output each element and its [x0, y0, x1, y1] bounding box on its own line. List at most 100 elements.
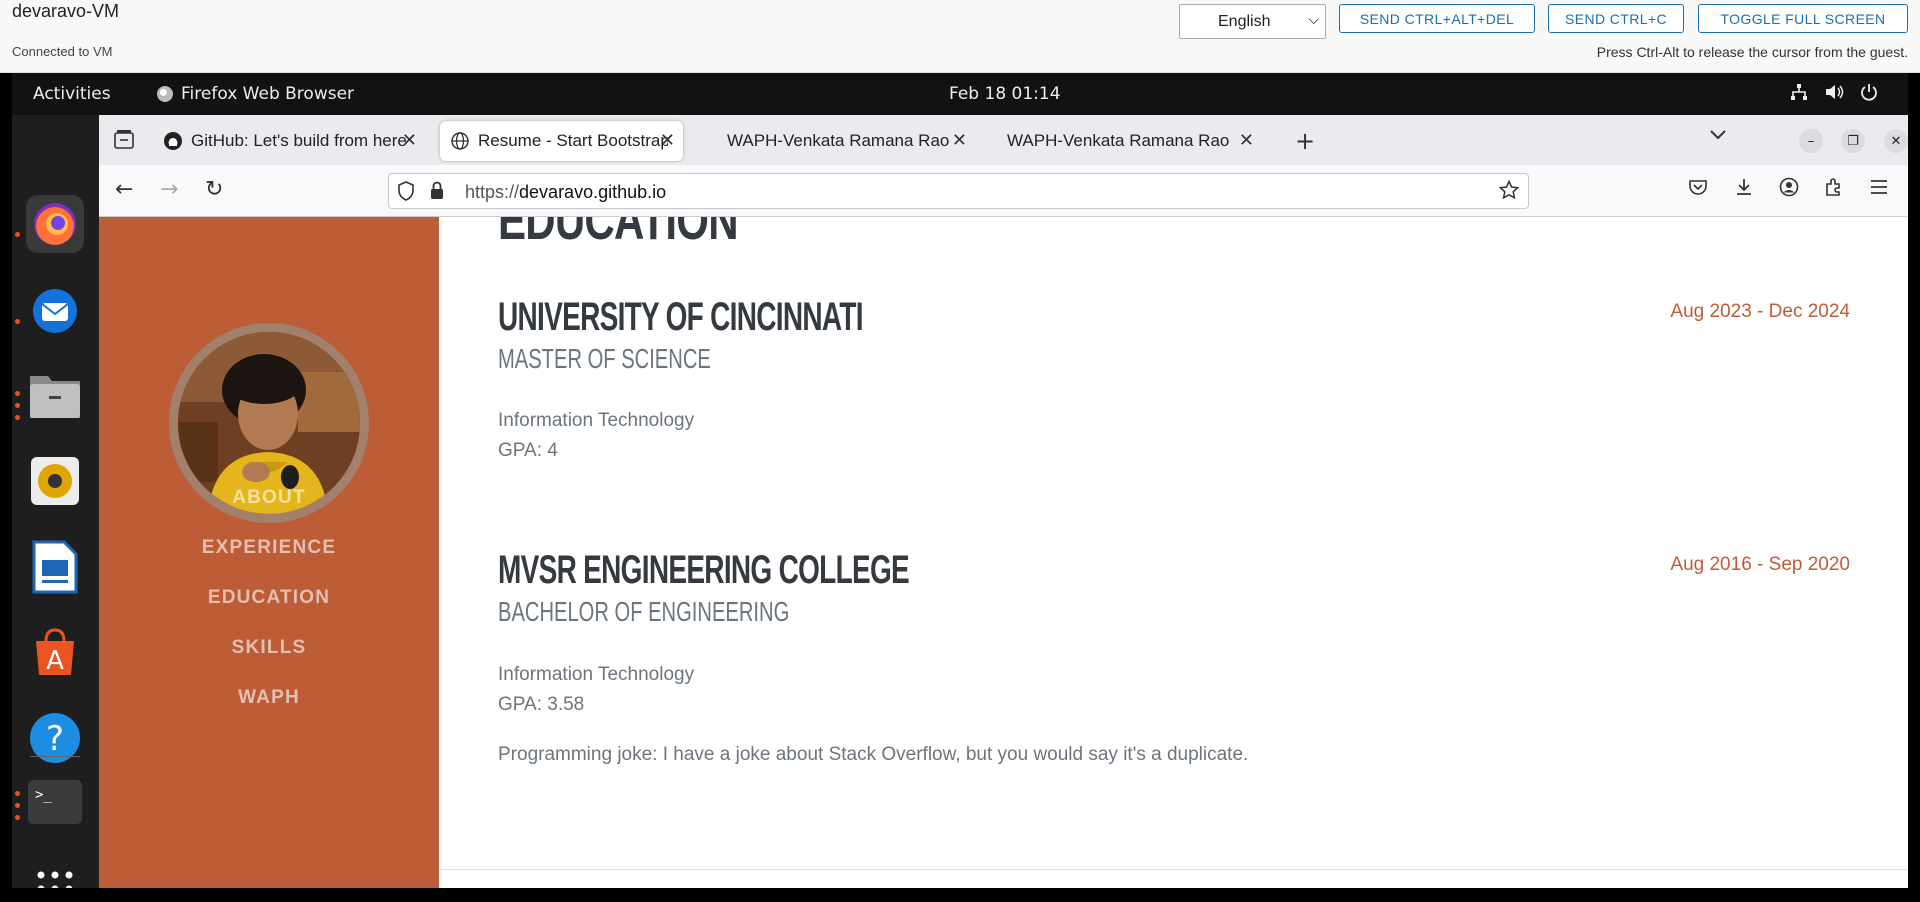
account-icon[interactable] — [1779, 177, 1799, 202]
send-ctrl-c-button[interactable]: SEND CTRL+C — [1548, 4, 1684, 33]
url-text[interactable]: https://devaravo.github.io — [465, 182, 666, 203]
tab-title: WAPH-Venkata Ramana Rao — [1007, 131, 1230, 150]
tab-title: GitHub: Let's build from here — [191, 131, 407, 150]
vm-console-header: devaravo-VM Connected to VM English ⌵ SE… — [0, 0, 1920, 73]
running-indicator — [15, 391, 20, 396]
chevron-down-icon: ⌵ — [1308, 11, 1319, 27]
resume-sidebar: ABOUT EXPERIENCE EDUCATION SKILLS WAPH — [99, 217, 439, 888]
nav-experience[interactable]: EXPERIENCE — [99, 537, 439, 559]
url-prefix: https:// — [465, 182, 520, 202]
ubuntu-dock: A ? >_ — [12, 115, 99, 888]
dock-separator — [30, 756, 80, 757]
back-icon[interactable]: ← — [115, 177, 133, 202]
system-tray[interactable] — [1790, 83, 1878, 106]
degree: MASTER OF SCIENCE — [498, 343, 711, 374]
new-tab-icon[interactable]: + — [1295, 127, 1315, 155]
tab-resume[interactable]: Resume - Start Bootstrap Theme ✕ — [440, 121, 683, 161]
forward-icon[interactable]: → — [160, 177, 178, 202]
tab-bar: GitHub: Let's build from here ✕ Resume -… — [99, 115, 1908, 165]
gpa: GPA: 3.58 — [498, 694, 585, 715]
libreoffice-writer-icon[interactable] — [26, 538, 84, 596]
files-icon[interactable] — [26, 366, 84, 424]
school-name: UNIVERSITY OF CINCINNATI — [498, 295, 864, 339]
close-tab-icon[interactable]: ✕ — [402, 130, 417, 151]
field-of-study: Information Technology — [498, 664, 695, 685]
globe-icon — [451, 132, 469, 150]
tab-waph-1[interactable]: WAPH-Venkata Ramana Rao ✕ — [717, 121, 975, 161]
rhythmbox-icon[interactable] — [26, 452, 84, 510]
running-indicator — [15, 403, 20, 408]
field-of-study: Information Technology — [498, 410, 695, 431]
close-tab-icon[interactable]: ✕ — [952, 130, 967, 151]
menu-icon[interactable] — [1869, 177, 1889, 201]
tab-waph-2[interactable]: WAPH-Venkata Ramana Rao ✕ — [997, 121, 1262, 161]
date-range: Aug 2016 - Sep 2020 — [1670, 554, 1850, 575]
nav-waph[interactable]: WAPH — [99, 687, 439, 709]
minimize-icon[interactable]: – — [1799, 129, 1823, 153]
url-domain: devaravo.github.io — [519, 182, 667, 202]
maximize-icon[interactable]: ❐ — [1841, 129, 1865, 153]
date-range: Aug 2023 - Dec 2024 — [1670, 301, 1850, 322]
github-icon — [164, 132, 182, 150]
running-indicator — [15, 232, 20, 237]
downloads-icon[interactable] — [1734, 177, 1754, 202]
section-title: EDUCATION — [498, 217, 739, 251]
tab-title: WAPH-Venkata Ramana Rao — [727, 131, 950, 150]
app-menu[interactable]: Firefox Web Browser — [157, 84, 354, 104]
web-page: ABOUT EXPERIENCE EDUCATION SKILLS WAPH E… — [99, 217, 1908, 888]
running-indicator — [15, 319, 20, 324]
network-icon — [1790, 83, 1808, 106]
nav-education[interactable]: EDUCATION — [99, 587, 439, 609]
language-select[interactable]: English ⌵ — [1179, 4, 1326, 39]
reload-icon[interactable]: ↻ — [205, 177, 223, 202]
terminal-icon[interactable]: >_ — [26, 773, 84, 831]
shield-icon[interactable] — [397, 181, 415, 206]
running-indicator — [15, 803, 20, 808]
school-name: MVSR ENGINEERING COLLEGE — [498, 548, 910, 592]
running-indicator — [15, 791, 20, 796]
svg-text:A: A — [46, 646, 64, 676]
clock[interactable]: Feb 18 01:14 — [949, 84, 1061, 104]
tab-github[interactable]: GitHub: Let's build from here ✕ — [153, 121, 425, 161]
nav-skills[interactable]: SKILLS — [99, 637, 439, 659]
app-center-icon[interactable]: A — [26, 623, 84, 681]
close-tab-icon[interactable]: ✕ — [1239, 130, 1254, 151]
volume-icon — [1824, 83, 1844, 106]
vm-connection-status: Connected to VM — [12, 44, 113, 59]
close-tab-icon[interactable]: ✕ — [660, 130, 675, 151]
show-apps-icon[interactable] — [26, 860, 84, 888]
resume-content: EDUCATION UNIVERSITY OF CINCINNATI MASTE… — [439, 217, 1908, 888]
extensions-icon[interactable] — [1824, 177, 1844, 202]
bookmark-star-icon[interactable] — [1498, 179, 1520, 205]
help-icon[interactable]: ? — [26, 709, 84, 767]
firefox-window: GitHub: Let's build from here ✕ Resume -… — [99, 115, 1908, 888]
nav-about[interactable]: ABOUT — [99, 487, 439, 509]
degree: BACHELOR OF ENGINEERING — [498, 596, 790, 627]
release-cursor-hint: Press Ctrl-Alt to release the cursor fro… — [1596, 44, 1908, 60]
programming-joke: Programming joke: I have a joke about St… — [498, 744, 1249, 765]
section-divider — [439, 869, 1908, 870]
running-indicator — [15, 815, 20, 820]
app-menu-label: Firefox Web Browser — [181, 84, 355, 104]
url-bar[interactable]: https://devaravo.github.io — [388, 173, 1529, 209]
firefox-icon[interactable] — [26, 195, 84, 253]
gpa: GPA: 4 — [498, 440, 558, 461]
firefox-small-icon — [157, 86, 173, 102]
guest-desktop[interactable]: Activities Firefox Web Browser Feb 18 01… — [12, 73, 1908, 888]
pocket-icon[interactable] — [1688, 177, 1708, 202]
svg-text:>_: >_ — [35, 787, 52, 803]
language-select-value: English — [1218, 12, 1271, 30]
firefox-view-icon[interactable] — [113, 129, 135, 155]
vm-title: devaravo-VM — [12, 1, 120, 21]
activities-button[interactable]: Activities — [33, 84, 111, 104]
thunderbird-icon[interactable] — [26, 282, 84, 340]
running-indicator — [15, 415, 20, 420]
power-icon — [1860, 83, 1878, 106]
svg-text:?: ? — [46, 719, 64, 759]
send-ctrl-alt-del-button[interactable]: SEND CTRL+ALT+DEL — [1339, 4, 1535, 33]
lock-icon[interactable] — [429, 181, 445, 206]
close-window-icon[interactable]: ✕ — [1884, 129, 1908, 153]
toggle-full-screen-button[interactable]: TOGGLE FULL SCREEN — [1698, 4, 1908, 33]
list-all-tabs-icon[interactable] — [1709, 125, 1727, 146]
gnome-top-bar: Activities Firefox Web Browser Feb 18 01… — [12, 73, 1908, 115]
